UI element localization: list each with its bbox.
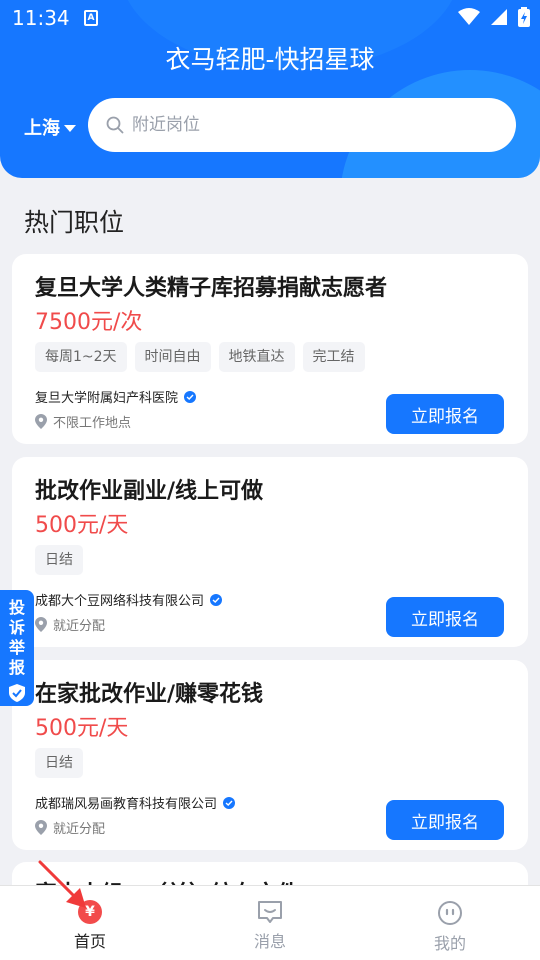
status-bar: 11:34 A	[0, 0, 540, 36]
job-location: 不限工作地点	[35, 412, 131, 431]
app-title: 衣马轻肥-快招星球	[165, 45, 375, 74]
job-tag: 日结	[35, 545, 83, 575]
location-pin-icon	[35, 414, 47, 429]
verified-icon	[184, 390, 197, 403]
annotation-arrow-icon	[38, 860, 86, 908]
search-input[interactable]	[132, 115, 472, 135]
caret-down-icon	[64, 124, 76, 132]
city-label: 上海	[24, 118, 60, 139]
complaint-char: 举	[8, 638, 25, 657]
tab-label: 我的	[433, 934, 466, 953]
complaint-char: 投	[8, 598, 25, 617]
apply-button[interactable]: 立即报名	[386, 597, 504, 637]
tab-label: 消息	[253, 932, 286, 951]
job-pay: 7500元/次	[35, 310, 143, 335]
company-name: 成都大个豆网络科技有限公司	[35, 594, 205, 609]
complaint-char: 诉	[8, 618, 25, 637]
apply-button[interactable]: 立即报名	[386, 800, 504, 840]
job-title: 复旦大学人类精子库招募捐献志愿者	[35, 276, 388, 301]
job-tags: 每周1~2天 时间自由 地铁直达 完工结	[35, 342, 365, 372]
location-label: 不限工作地点	[53, 416, 132, 431]
verified-icon	[210, 593, 223, 606]
job-company: 复旦大学附属妇产科医院	[35, 387, 197, 406]
job-title: 批改作业副业/线上可做	[35, 479, 264, 504]
complaint-char: 报	[8, 658, 25, 677]
job-tags: 日结	[35, 748, 83, 778]
sim-icon: A	[84, 10, 98, 26]
job-card[interactable]: 在家批改作业/赚零花钱 500元/天 日结 成都瑞风易画教育科技有限公司 就近分…	[12, 660, 528, 850]
message-icon	[258, 901, 282, 923]
signal-icon	[491, 9, 507, 25]
job-tag: 时间自由	[134, 342, 211, 372]
job-location: 就近分配	[35, 615, 105, 634]
complaint-report-button[interactable]: 投 诉 举 报	[0, 590, 34, 706]
job-card[interactable]: 复旦大学人类精子库招募捐献志愿者 7500元/次 每周1~2天 时间自由 地铁直…	[12, 254, 528, 444]
job-pay: 500元/天	[35, 716, 129, 741]
app-header: 11:34 A 衣马轻肥-快招星球 上海	[0, 0, 540, 178]
verified-icon	[223, 796, 236, 809]
location-pin-icon	[35, 617, 47, 632]
job-tag: 地铁直达	[218, 342, 295, 372]
job-card[interactable]: 批改作业副业/线上可做 500元/天 日结 成都大个豆网络科技有限公司 就近分配…	[12, 457, 528, 647]
job-pay: 500元/天	[35, 513, 129, 538]
search-bar[interactable]	[88, 98, 516, 152]
job-title: 在家批改作业/赚零花钱	[35, 682, 264, 707]
apply-button[interactable]: 立即报名	[386, 394, 504, 434]
wifi-icon	[458, 8, 480, 25]
job-tag: 日结	[35, 748, 83, 778]
tab-messages[interactable]: 消息	[180, 886, 360, 960]
job-company: 成都大个豆网络科技有限公司	[35, 590, 223, 609]
company-name: 成都瑞风易画教育科技有限公司	[35, 797, 218, 812]
tab-label: 首页	[73, 932, 106, 951]
status-icons	[458, 7, 530, 27]
search-icon	[106, 116, 124, 134]
section-title: 热门职位	[24, 208, 125, 237]
location-pin-icon	[35, 820, 47, 835]
location-label: 就近分配	[53, 619, 106, 634]
shield-icon	[9, 684, 25, 702]
city-selector[interactable]: 上海	[24, 114, 76, 140]
job-tags: 日结	[35, 545, 83, 575]
job-tag: 每周1~2天	[35, 342, 127, 372]
status-time: 11:34	[12, 6, 70, 30]
tab-profile[interactable]: 我的	[360, 886, 540, 960]
battery-icon	[518, 7, 530, 27]
job-tag: 完工结	[302, 342, 365, 372]
profile-icon	[438, 901, 462, 925]
location-label: 就近分配	[53, 822, 106, 837]
job-company: 成都瑞风易画教育科技有限公司	[35, 793, 236, 812]
job-location: 就近分配	[35, 818, 105, 837]
company-name: 复旦大学附属妇产科医院	[35, 391, 179, 406]
